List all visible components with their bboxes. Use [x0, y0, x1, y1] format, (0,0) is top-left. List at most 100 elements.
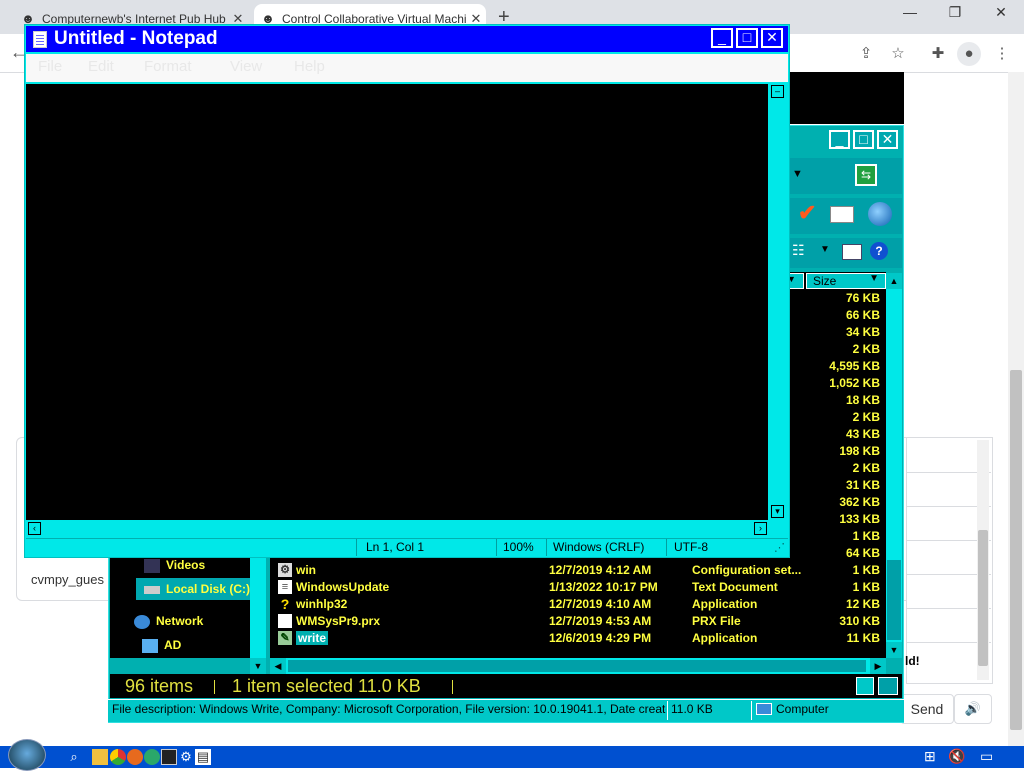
page-scroll-thumb[interactable]	[1010, 370, 1022, 730]
nav-item-network[interactable]: Network	[134, 614, 203, 629]
maximize-icon[interactable]: □	[853, 130, 874, 149]
minimize-icon[interactable]: _	[711, 28, 733, 48]
file-type: Text Document	[692, 580, 778, 594]
close-icon[interactable]: ✕	[981, 4, 1021, 21]
scroll-thumb[interactable]	[887, 560, 901, 640]
file-size: 64 KB	[845, 546, 880, 560]
view-options-icon[interactable]: ☷	[792, 242, 805, 259]
file-size: 2 KB	[852, 342, 880, 356]
network-icon[interactable]: ⊞	[924, 748, 936, 765]
menu-view[interactable]: View	[230, 58, 262, 75]
edge-icon[interactable]	[144, 749, 160, 765]
menu-help[interactable]: Help	[294, 58, 325, 75]
scroll-down-icon[interactable]: ▾	[771, 505, 784, 518]
large-icons-view-icon[interactable]	[878, 677, 898, 695]
file-row[interactable]: ? winhlp32 12/7/2019 4:10 AM Application…	[278, 597, 882, 614]
computer-icon	[142, 638, 158, 653]
editor-horizontal-scrollbar[interactable]: ‹ ›	[26, 520, 769, 538]
help-icon[interactable]: ?	[870, 242, 888, 260]
column-header-size[interactable]: Size ▼	[806, 273, 886, 289]
send-button[interactable]: Send	[900, 694, 954, 724]
chevron-down-icon[interactable]: ▼	[869, 273, 879, 284]
globe-icon[interactable]	[868, 202, 892, 226]
chrome-icon[interactable]	[110, 749, 126, 765]
refresh-icon[interactable]: ⇆	[855, 164, 877, 186]
terminal-icon[interactable]	[161, 749, 177, 765]
scroll-up-icon[interactable]: –	[771, 85, 784, 98]
scroll-left-icon[interactable]: ‹	[28, 522, 41, 535]
preview-pane-icon[interactable]	[842, 244, 862, 260]
file-date: 12/7/2019 4:53 AM	[549, 614, 652, 628]
file-date: 1/13/2022 10:17 PM	[549, 580, 658, 594]
file-size: 1,052 KB	[829, 376, 880, 390]
file-date: 12/6/2019 4:29 PM	[549, 631, 652, 645]
cursor-position: Ln 1, Col 1	[366, 540, 425, 554]
start-button[interactable]	[8, 739, 46, 771]
menu-edit[interactable]: Edit	[88, 58, 114, 75]
scroll-right-icon[interactable]: ▶	[870, 658, 886, 674]
file-date: 12/7/2019 4:12 AM	[549, 563, 652, 577]
scroll-right-icon[interactable]: ›	[754, 522, 767, 535]
mail-icon[interactable]	[830, 206, 854, 223]
menu-file[interactable]: File	[38, 58, 62, 75]
computer-icon	[756, 703, 772, 715]
file-size: 18 KB	[845, 393, 880, 407]
network-icon	[134, 614, 150, 629]
search-icon[interactable]: ⌕	[66, 749, 82, 765]
resize-grip-icon[interactable]: ⋰	[774, 541, 785, 554]
file-size: 1 KB	[852, 563, 880, 577]
file-size: 310 KB	[839, 614, 880, 628]
menu-kebab-icon[interactable]: ⋮	[990, 42, 1014, 66]
checkmark-icon[interactable]: ✔	[798, 200, 816, 226]
close-icon[interactable]: ✕	[877, 130, 898, 149]
generic-file-icon	[278, 614, 292, 628]
notification-icon[interactable]: ▭	[980, 748, 993, 765]
chevron-down-icon[interactable]: ▼	[820, 244, 830, 255]
minimize-icon[interactable]: —	[890, 4, 930, 20]
file-row[interactable]: ≡ WindowsUpdate 1/13/2022 10:17 PM Text …	[278, 580, 882, 597]
extensions-icon[interactable]: ✚	[926, 42, 950, 66]
firefox-icon[interactable]	[127, 749, 143, 765]
file-explorer-icon[interactable]	[92, 749, 108, 765]
file-name: WindowsUpdate	[296, 580, 390, 594]
share-icon[interactable]: ⇪	[854, 42, 878, 66]
nav-item-videos[interactable]: Videos	[144, 558, 205, 573]
file-row-selected[interactable]: ✎ write 12/6/2019 4:29 PM Application 11…	[278, 631, 882, 648]
scroll-left-icon[interactable]: ◀	[270, 658, 286, 674]
minimize-icon[interactable]: _	[829, 130, 850, 149]
file-row[interactable]: WMSysPr9.prx 12/7/2019 4:53 AM PRX File …	[278, 614, 882, 631]
text-editor[interactable]	[26, 84, 768, 520]
notepad-icon[interactable]: ▤	[195, 749, 211, 765]
maximize-icon[interactable]: □	[736, 28, 758, 48]
profile-avatar-icon[interactable]: ●	[957, 42, 981, 66]
address-bar[interactable]	[786, 158, 902, 194]
chat-scroll-thumb[interactable]	[978, 530, 988, 666]
bookmark-star-icon[interactable]: ☆	[886, 42, 910, 66]
volume-muted-icon[interactable]: 🔇	[948, 748, 965, 765]
settings-icon[interactable]: ⚙	[178, 749, 194, 765]
file-row[interactable]: ⚙ win 12/7/2019 4:12 AM Configuration se…	[278, 563, 882, 580]
file-size: 4,595 KB	[829, 359, 880, 373]
nav-scrollbar[interactable]: ▼	[250, 556, 266, 674]
file-size: 34 KB	[845, 325, 880, 339]
nav-item-label: Local Disk (C:)	[166, 582, 251, 596]
videos-folder-icon	[144, 558, 160, 573]
scroll-thumb[interactable]	[288, 660, 866, 672]
scroll-down-icon[interactable]: ▼	[886, 642, 902, 658]
speaker-icon[interactable]: 🔊	[954, 694, 992, 724]
scroll-up-icon[interactable]: ▲	[886, 273, 902, 289]
nav-item-ad[interactable]: AD	[142, 638, 181, 653]
nav-item-label: Network	[156, 614, 204, 628]
chevron-down-icon[interactable]: ▼	[792, 168, 803, 180]
menu-format[interactable]: Format	[144, 58, 192, 75]
divider	[356, 539, 357, 556]
divider	[496, 539, 497, 556]
selection-info: 1 item selected 11.0 KB	[232, 676, 421, 696]
restore-icon[interactable]: ❐	[935, 4, 975, 21]
details-view-icon[interactable]	[856, 677, 874, 695]
close-icon[interactable]: ✕	[761, 28, 783, 48]
nav-item-local-disk[interactable]: Local Disk (C:)	[144, 582, 250, 596]
editor-vertical-scrollbar[interactable]: – ▾	[769, 84, 786, 520]
zoom-level: 100%	[503, 540, 534, 554]
scroll-down-icon[interactable]: ▼	[250, 658, 266, 674]
